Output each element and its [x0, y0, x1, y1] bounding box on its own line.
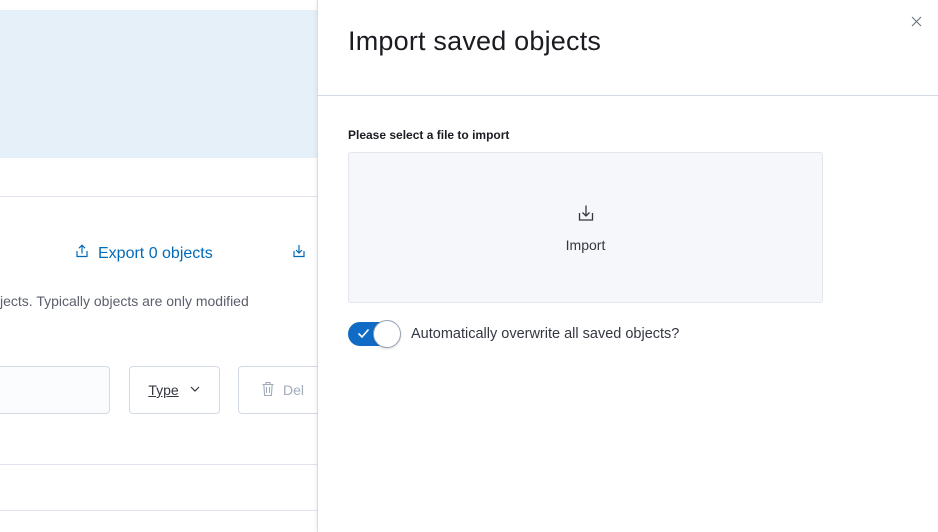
- overwrite-row: Automatically overwrite all saved object…: [348, 320, 679, 348]
- close-icon[interactable]: [908, 13, 924, 29]
- export-objects-label: Export 0 objects: [98, 244, 213, 262]
- trash-icon: [261, 381, 275, 400]
- import-flyout: Import saved objects Please select a fil…: [318, 0, 938, 532]
- search-input[interactable]: [0, 366, 110, 414]
- type-filter-label: Type: [148, 382, 179, 398]
- page-description: jects. Typically objects are only modifi…: [0, 293, 249, 309]
- type-filter-button[interactable]: Type: [129, 366, 220, 414]
- download-tray-icon[interactable]: [291, 243, 307, 264]
- overwrite-label: Automatically overwrite all saved object…: [411, 326, 680, 342]
- file-picker-text: Import: [565, 236, 606, 253]
- export-objects-button[interactable]: Export 0 objects: [74, 243, 213, 264]
- delete-label: Del: [283, 382, 305, 398]
- import-icon: [576, 203, 596, 223]
- upload-icon: [74, 243, 90, 264]
- file-picker-dropzone[interactable]: Import: [348, 152, 823, 303]
- switch-knob: [373, 320, 401, 348]
- chevron-down-icon: [189, 382, 201, 398]
- overwrite-switch[interactable]: [348, 320, 401, 348]
- flyout-header-divider: [318, 95, 938, 96]
- file-picker-label: Please select a file to import: [348, 128, 510, 142]
- check-icon: [357, 327, 370, 345]
- flyout-title: Import saved objects: [348, 26, 602, 56]
